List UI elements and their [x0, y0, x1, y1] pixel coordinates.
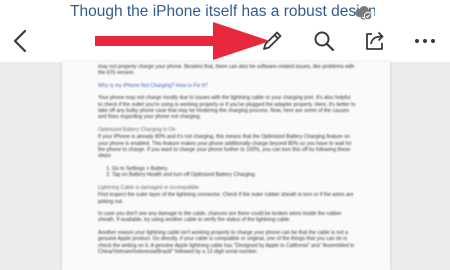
paragraph: Your phone may not charge mostly due to …	[98, 95, 356, 121]
document-body: may not properly charge your phone. Besi…	[98, 64, 356, 261]
list-item: Tap on Battery Health and turn off Optim…	[112, 172, 356, 178]
paragraph: may not properly charge your phone. Besi…	[98, 64, 355, 77]
steps-list: Go to Settings > Battery. Tap on Battery…	[98, 166, 356, 179]
document-page: may not properly charge your phone. Besi…	[62, 62, 390, 270]
document-title: Though the iPhone itself has a robust de…	[70, 3, 375, 20]
search-icon[interactable]	[311, 28, 337, 54]
annotation-arrow	[95, 22, 270, 60]
cloud-check-icon	[354, 4, 374, 22]
paragraph: In case you don't see any damage to the …	[98, 210, 342, 224]
sub-heading: Optimized Battery Charging Is On	[98, 126, 176, 133]
paragraph: Another reason your lightning cable isn'…	[98, 229, 355, 255]
paragraph: First inspect the outer layer of the lig…	[98, 192, 354, 205]
top-bar: Though the iPhone itself has a robust de…	[0, 0, 450, 62]
section-heading: Why is my iPhone Not Charging? How to Fi…	[98, 82, 208, 89]
more-icon[interactable]	[412, 28, 438, 54]
back-chevron-icon[interactable]	[8, 28, 34, 54]
sub-heading: Lightning Cable is damaged or incompatib…	[98, 184, 199, 191]
share-icon[interactable]	[362, 28, 388, 54]
paragraph: If your iPhone is already 80% and it's n…	[98, 134, 352, 160]
